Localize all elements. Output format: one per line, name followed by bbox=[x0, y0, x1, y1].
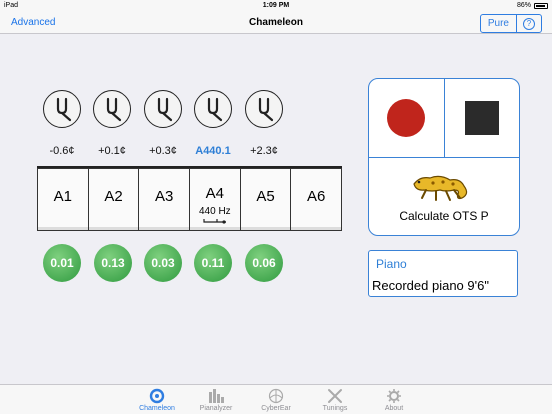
tuning-fork-button-a5[interactable] bbox=[245, 90, 283, 128]
tab-bar: Chameleon Pianalyzer CyberEar Tunings Ab… bbox=[0, 384, 552, 414]
key-label: A3 bbox=[155, 188, 174, 205]
tab-cyberear[interactable]: CyberEar bbox=[251, 388, 301, 412]
page-title: Chameleon bbox=[249, 17, 303, 28]
tab-label: CyberEar bbox=[261, 405, 291, 412]
mode-segmented-control: Pure ? bbox=[479, 14, 542, 33]
tuning-fork-icon bbox=[157, 97, 173, 122]
key-label: A5 bbox=[256, 188, 275, 205]
gear-icon bbox=[387, 389, 401, 403]
help-icon: ? bbox=[523, 17, 535, 30]
tuning-fork-icon bbox=[207, 97, 223, 122]
reference-pitch-a4: A440.1 bbox=[195, 145, 231, 157]
stop-button[interactable] bbox=[465, 101, 499, 135]
chameleon-icon bbox=[149, 388, 165, 404]
piano-description: Recorded piano 9'6" bbox=[372, 278, 489, 293]
tuning-fork-button-a4[interactable] bbox=[194, 90, 232, 128]
tab-tunings[interactable]: Tunings bbox=[310, 388, 360, 412]
inharmonicity-value-a5[interactable]: 0.06 bbox=[245, 244, 283, 282]
inharmonicity-value-a4[interactable]: 0.11 bbox=[194, 244, 232, 282]
battery-icon bbox=[534, 2, 548, 9]
piano-key-a3[interactable]: A3 bbox=[138, 168, 190, 231]
tuning-fork-button-a1[interactable] bbox=[43, 90, 81, 128]
pure-button[interactable]: Pure bbox=[481, 15, 517, 32]
chameleon-icon bbox=[413, 175, 468, 201]
piano-selector[interactable]: Piano Recorded piano 9'6" bbox=[368, 250, 518, 297]
deviation-a5: +2.3¢ bbox=[250, 145, 278, 157]
key-label: A1 bbox=[53, 188, 73, 205]
navigation-bar: Advanced Chameleon Pure ? bbox=[0, 12, 552, 34]
tab-pianalyzer[interactable]: Pianalyzer bbox=[191, 388, 241, 412]
record-button[interactable] bbox=[387, 99, 425, 137]
key-label: A4 bbox=[205, 185, 225, 202]
inharmonicity-value-a3[interactable]: 0.03 bbox=[144, 244, 182, 282]
tab-label: Chameleon bbox=[139, 405, 175, 412]
tuning-fork-button-a2[interactable] bbox=[93, 90, 131, 128]
tuning-fork-icon bbox=[258, 97, 274, 122]
deviation-a2: +0.1¢ bbox=[98, 145, 126, 157]
calculate-ots-label: Calculate OTS P bbox=[399, 209, 489, 223]
piano-key-a6[interactable]: A6 bbox=[290, 168, 343, 231]
piano-key-a5[interactable]: A5 bbox=[239, 168, 291, 231]
deviation-a3: +0.3¢ bbox=[149, 145, 177, 157]
piano-key-a2[interactable]: A2 bbox=[87, 168, 139, 231]
piano-title: Piano bbox=[376, 257, 407, 271]
tuning-fork-button-a3[interactable] bbox=[144, 90, 182, 128]
divider bbox=[444, 79, 445, 157]
ear-icon bbox=[268, 388, 284, 404]
help-button[interactable]: ? bbox=[517, 15, 541, 32]
tab-label: About bbox=[384, 405, 404, 412]
tuning-fork-icon bbox=[56, 97, 72, 122]
battery-percent: 86% bbox=[516, 2, 531, 9]
bar-chart-icon bbox=[209, 389, 224, 403]
inharmonicity-value-a1[interactable]: 0.01 bbox=[43, 244, 81, 282]
tuning-fork-icon bbox=[106, 97, 122, 122]
key-label: A6 bbox=[307, 188, 326, 205]
tools-icon bbox=[328, 389, 342, 403]
deviation-a1: -0.6¢ bbox=[49, 145, 75, 157]
tab-about[interactable]: About bbox=[369, 388, 419, 412]
inharmonicity-value-a2[interactable]: 0.13 bbox=[94, 244, 132, 282]
status-bar: iPad 1:09 PM 86% bbox=[0, 0, 552, 12]
battery-status: 86% bbox=[517, 2, 548, 9]
recording-panel: Calculate OTS P bbox=[368, 78, 520, 236]
key-label: A2 bbox=[104, 188, 123, 205]
piano-key-a4[interactable]: A4 440 Hz bbox=[189, 168, 240, 231]
tab-label: Tunings bbox=[322, 405, 348, 412]
piano-key-a1[interactable]: A1 bbox=[37, 168, 88, 231]
calculate-ots-button[interactable]: Calculate OTS P bbox=[369, 158, 519, 236]
clock: 1:09 PM bbox=[262, 2, 290, 9]
tab-label: Pianalyzer bbox=[199, 405, 233, 412]
key-frequency: 440 Hz bbox=[199, 206, 231, 217]
tuning-fork-icon bbox=[203, 219, 227, 224]
piano-keyboard: A1 A2 A3 A4 440 Hz A5 A6 bbox=[37, 168, 343, 231]
tab-chameleon[interactable]: Chameleon bbox=[132, 388, 182, 412]
